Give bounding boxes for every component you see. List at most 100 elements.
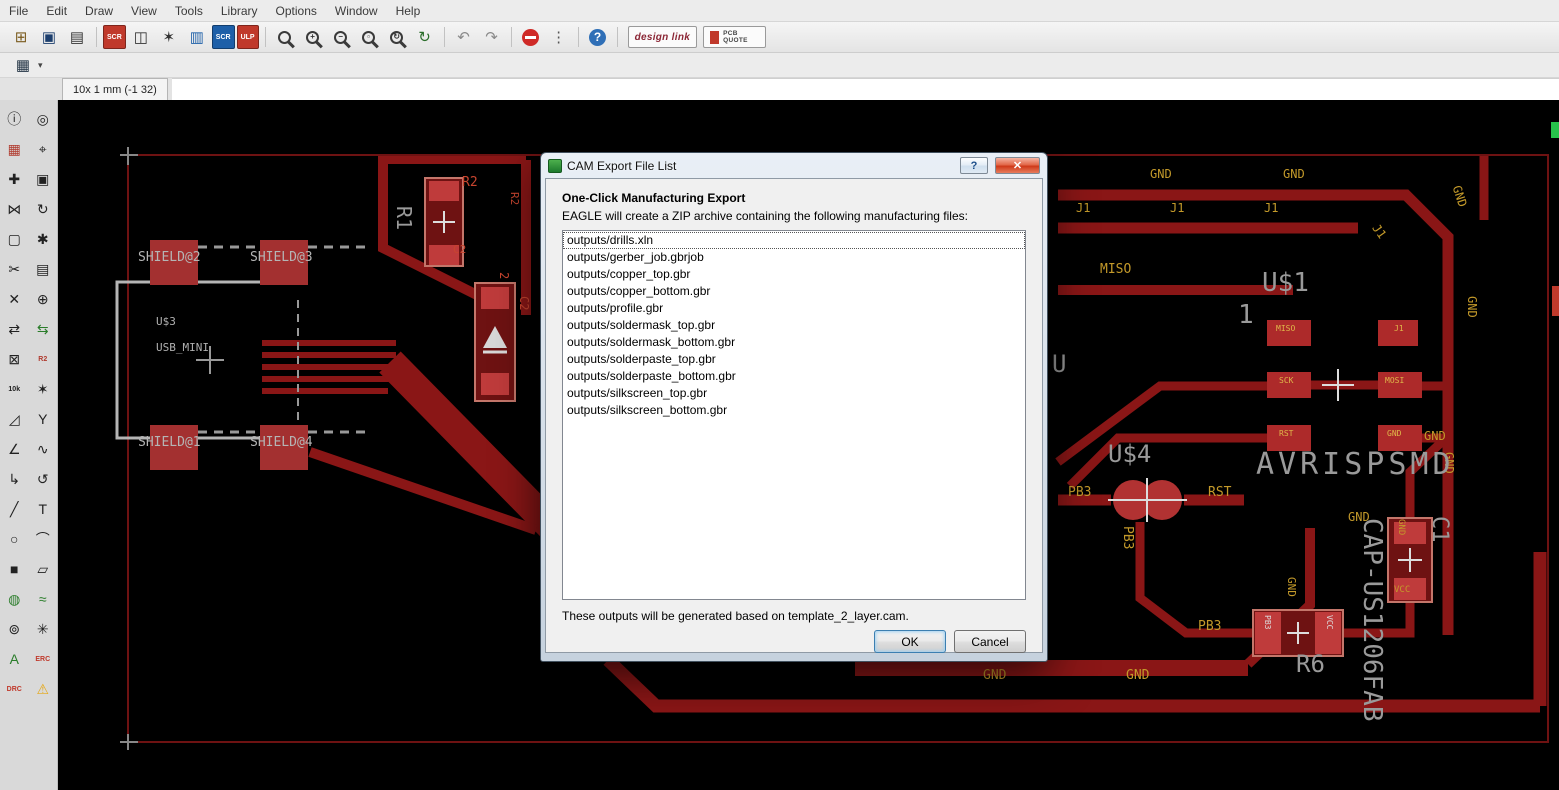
redraw-icon[interactable]: ↻	[412, 25, 438, 49]
stop-icon[interactable]	[518, 25, 544, 49]
tool-route[interactable]: ↳	[0, 466, 29, 492]
tool-name[interactable]: R2	[29, 346, 58, 372]
status-dots-icon[interactable]: ⋮	[546, 25, 572, 49]
file-item[interactable]: outputs/drills.xln	[563, 232, 1025, 249]
save-icon[interactable]: ▣	[36, 25, 62, 49]
file-item[interactable]: outputs/solderpaste_top.gbr	[563, 351, 1025, 368]
menu-tools[interactable]: Tools	[166, 1, 212, 21]
tool-ripup[interactable]: ↺	[29, 466, 58, 492]
file-item[interactable]: outputs/soldermask_bottom.gbr	[563, 334, 1025, 351]
zoom-fit-icon[interactable]	[272, 25, 298, 49]
tool-optimize[interactable]: ∠	[0, 436, 29, 462]
tool-smash[interactable]: ✶	[29, 376, 58, 402]
dialog-titlebar[interactable]: CAM Export File List ? ✕	[545, 153, 1043, 178]
grid-dropdown-caret[interactable]: ▾	[38, 60, 43, 71]
menu-help[interactable]: Help	[387, 1, 430, 21]
tool-hole[interactable]: ⊚	[0, 616, 29, 642]
menu-options[interactable]: Options	[267, 1, 326, 21]
toolbar-separator	[577, 27, 579, 47]
export-image-icon[interactable]: ◫	[128, 25, 154, 49]
menu-view[interactable]: View	[122, 1, 166, 21]
menu-edit[interactable]: Edit	[37, 1, 76, 21]
cancel-button[interactable]: Cancel	[954, 630, 1026, 653]
tool-errors[interactable]: ⚠	[29, 676, 58, 702]
run-script-icon[interactable]: SCR	[103, 25, 126, 49]
tool-mirror[interactable]: ⋈	[0, 196, 29, 222]
pcb-label: GND	[1449, 183, 1470, 209]
run-ulp-icon[interactable]: ULP	[236, 25, 259, 49]
open-icon[interactable]: ⊞	[8, 25, 34, 49]
zoom-redraw-icon[interactable]: ↻	[384, 25, 410, 49]
tool-rotate[interactable]: ↻	[29, 196, 58, 222]
pcb-label: R6	[1296, 650, 1325, 678]
tool-erc[interactable]: ERC	[29, 646, 58, 672]
ok-button[interactable]: OK	[874, 630, 946, 653]
tool-ratsnest[interactable]: ✳	[29, 616, 58, 642]
file-item[interactable]: outputs/silkscreen_top.gbr	[563, 385, 1025, 402]
tool-value[interactable]: 10k	[0, 376, 29, 402]
cam-processor-icon[interactable]: ✶	[156, 25, 182, 49]
tool-mark[interactable]: ⌖	[29, 136, 58, 162]
pcb-label: MISO	[1100, 262, 1132, 277]
tool-rect[interactable]: ■	[0, 556, 29, 582]
tool-wire[interactable]: ╱	[0, 496, 29, 522]
pcb-quote-button[interactable]: PCB QUOTE	[703, 26, 767, 48]
menu-draw[interactable]: Draw	[76, 1, 122, 21]
eagle-window: File Edit Draw View Tools Library Options Windo…	[0, 0, 1559, 790]
command-line-input[interactable]	[171, 78, 1559, 100]
pcb-label: J1	[1170, 201, 1185, 215]
tool-add[interactable]: ⊕	[29, 286, 58, 312]
script-icon[interactable]: SCR	[211, 25, 235, 49]
zoom-out-icon[interactable]: −	[328, 25, 354, 49]
undo-icon[interactable]: ↶	[451, 25, 477, 49]
tool-meander[interactable]: ∿	[29, 436, 58, 462]
tool-copy[interactable]: ▣	[29, 166, 58, 192]
pcb-label: VCC	[1394, 585, 1411, 595]
tool-split[interactable]: Y	[29, 406, 58, 432]
tool-polygon[interactable]: ▱	[29, 556, 58, 582]
tool-lock[interactable]: ⊠	[0, 346, 29, 372]
file-item[interactable]: outputs/solderpaste_bottom.gbr	[563, 368, 1025, 385]
tool-display[interactable]: ▦	[0, 136, 29, 162]
print-icon[interactable]: ▤	[64, 25, 90, 49]
tool-info[interactable]: ⓘ	[0, 106, 29, 132]
design-link-button[interactable]: design link	[627, 26, 698, 48]
grid-button[interactable]: ▦	[10, 53, 36, 77]
dialog-close-button[interactable]: ✕	[995, 157, 1040, 174]
zoom-select-icon[interactable]: ▫	[356, 25, 382, 49]
file-item[interactable]: outputs/soldermask_top.gbr	[563, 317, 1025, 334]
menu-file[interactable]: File	[0, 1, 37, 21]
redo-icon[interactable]: ↷	[479, 25, 505, 49]
tool-show[interactable]: ◎	[29, 106, 58, 132]
file-item[interactable]: outputs/profile.gbr	[563, 300, 1025, 317]
pcb-label: VCC	[1325, 615, 1334, 630]
tool-arc[interactable]: ⌒	[29, 526, 58, 552]
tool-delete[interactable]: ✕	[0, 286, 29, 312]
menu-library[interactable]: Library	[212, 1, 267, 21]
dialog-help-button[interactable]: ?	[960, 157, 988, 174]
tool-drc[interactable]: DRC	[0, 676, 29, 702]
tool-via[interactable]: ◍	[0, 586, 29, 612]
menu-window[interactable]: Window	[326, 1, 387, 21]
tool-signal[interactable]: ≈	[29, 586, 58, 612]
file-item[interactable]: outputs/gerber_job.gbrjob	[563, 249, 1025, 266]
tool-move[interactable]: ✚	[0, 166, 29, 192]
zoom-in-icon[interactable]: +	[300, 25, 326, 49]
tool-group[interactable]: ▢	[0, 226, 29, 252]
tool-change[interactable]: ✱	[29, 226, 58, 252]
file-item[interactable]: outputs/copper_bottom.gbr	[563, 283, 1025, 300]
file-list[interactable]: outputs/drills.xln outputs/gerber_job.gbr…	[562, 230, 1026, 600]
layer-settings-icon[interactable]: ▥	[184, 25, 210, 49]
tool-replace[interactable]: ⇆	[29, 316, 58, 342]
file-item[interactable]: outputs/silkscreen_bottom.gbr	[563, 402, 1025, 419]
tool-auto[interactable]: A	[0, 646, 29, 672]
help-icon[interactable]: ?	[585, 25, 611, 49]
tool-paste[interactable]: ▤	[29, 256, 58, 282]
dialog-body: One-Click Manufacturing Export EAGLE wil…	[545, 178, 1043, 653]
tool-pinswap[interactable]: ⇄	[0, 316, 29, 342]
tool-miter[interactable]: ◿	[0, 406, 29, 432]
tool-circle[interactable]: ○	[0, 526, 29, 552]
tool-text[interactable]: T	[29, 496, 58, 522]
file-item[interactable]: outputs/copper_top.gbr	[563, 266, 1025, 283]
tool-cut[interactable]: ✂	[0, 256, 29, 282]
